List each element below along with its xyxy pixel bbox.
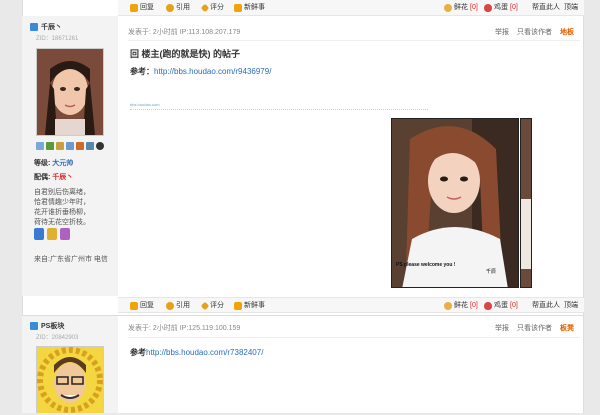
post2-actions: 举报 只看该作者 板凳	[495, 324, 574, 334]
rate-icon	[200, 3, 210, 13]
post1-reference: 参考：http://bbs.houdao.com/r9436979/	[130, 67, 272, 76]
photo-caption: PS please welcome you !	[396, 262, 456, 268]
new-post-button[interactable]: 新鲜事	[234, 301, 265, 311]
post1-photo-2[interactable]	[520, 118, 532, 288]
egg-icon	[484, 302, 492, 310]
egg-button[interactable]: 鸡蛋 [0]	[484, 3, 518, 13]
reply-icon	[130, 4, 138, 12]
flower-button[interactable]: 鲜花 [0]	[444, 3, 478, 13]
post2-zid: ZID：20842903	[36, 335, 79, 341]
report-link[interactable]: 举报	[495, 28, 509, 38]
quote-icon	[166, 302, 174, 310]
post2-ref-link[interactable]: http://bbs.houdao.com/r7382407/	[146, 348, 263, 357]
qq-icon[interactable]	[96, 142, 104, 150]
post1-partner: 配偶: 千辰丶	[34, 174, 74, 181]
watermark: bbs.houdao.com	[130, 102, 160, 107]
new-post-icon	[234, 302, 242, 310]
medal-icon	[47, 228, 57, 240]
album-icon[interactable]	[76, 142, 84, 150]
post1-signature: 自君别后伤离绪， 恰君情趣少年时， 花开谁折垂杨柳， 荷待无花空折枝。	[34, 189, 90, 226]
rate-button[interactable]: 评分	[200, 3, 224, 13]
post1-time-ip: 发表于: 2小时前 IP:113.108.207.179	[128, 29, 241, 36]
floor-label: 板凳	[560, 325, 574, 332]
help-him-link[interactable]: 帮直此人	[532, 301, 560, 311]
post1-location: 来自:广东省广州市 电信	[34, 256, 108, 263]
post1-ref-link[interactable]: http://bbs.houdao.com/r9436979/	[154, 67, 271, 76]
post1-zid: ZID：18671261	[36, 36, 79, 42]
reply-icon	[130, 302, 138, 310]
post2-reference: 参考http://bbs.houdao.com/r7382407/	[130, 348, 264, 357]
floor-label: 地板	[560, 29, 574, 36]
post1-avatar[interactable]	[36, 48, 104, 136]
quote-button[interactable]: 引用	[166, 301, 190, 311]
rate-icon	[200, 301, 210, 311]
post2-divider	[128, 337, 580, 338]
reply-button[interactable]: 回复	[130, 301, 154, 311]
blog-icon[interactable]	[66, 142, 74, 150]
post2-username[interactable]: PS板块	[30, 321, 64, 331]
rate-button[interactable]: 评分	[200, 301, 224, 311]
only-author-link[interactable]: 只看该作者	[517, 324, 552, 334]
watermark-rule	[130, 109, 428, 110]
medal-icon	[34, 228, 44, 240]
only-author-link[interactable]: 只看该作者	[517, 28, 552, 38]
top-link[interactable]: 顶端	[564, 301, 578, 311]
reply-button[interactable]: 回复	[130, 3, 154, 13]
flower-icon	[444, 302, 452, 310]
flower-button[interactable]: 鲜花 [0]	[444, 301, 478, 311]
flower-icon	[444, 4, 452, 12]
egg-icon	[484, 4, 492, 12]
post1-user-panel: 千辰丶 ZID：18671261 等级: 大元帅 配偶: 千辰丶 自君别后伤离绪…	[22, 16, 118, 296]
post1-user-actions	[36, 142, 104, 150]
quote-icon	[166, 4, 174, 12]
post2-avatar[interactable]	[36, 346, 104, 413]
message-icon[interactable]	[36, 142, 44, 150]
quote-button[interactable]: 引用	[166, 3, 190, 13]
post1-username[interactable]: 千辰丶	[30, 22, 62, 32]
add-friend-icon[interactable]	[46, 142, 54, 150]
post1-medals	[34, 228, 70, 240]
user-icon	[30, 322, 38, 330]
medal-icon	[60, 228, 70, 240]
new-post-button[interactable]: 新鲜事	[234, 3, 265, 13]
post-toolbar-top: 回复 引用 评分 新鲜事 鲜花 [0] 鸡蛋 [0] 帮直此人 顶端	[118, 0, 584, 16]
post1-toolbar-bottom: 回复 引用 评分 新鲜事 鲜花 [0] 鸡蛋 [0] 帮直此人 顶端	[118, 297, 584, 313]
group-icon[interactable]	[86, 142, 94, 150]
photo-sign: 千辰	[486, 269, 497, 275]
new-post-icon	[234, 4, 242, 12]
egg-button[interactable]: 鸡蛋 [0]	[484, 301, 518, 311]
report-link[interactable]: 举报	[495, 324, 509, 334]
post2-time-ip: 发表于: 2小时前 IP:125.119.100.159	[128, 325, 241, 332]
user-icon	[30, 23, 38, 31]
post1-actions: 举报 只看该作者 地板	[495, 28, 574, 38]
profile-icon[interactable]	[56, 142, 64, 150]
post1-divider	[128, 40, 580, 41]
post2-user-panel: PS板块 ZID：20842903	[22, 316, 118, 413]
top-link[interactable]: 顶端	[564, 3, 578, 13]
post1-level: 等级: 大元帅	[34, 160, 74, 167]
post1-title: 回 楼主(跑的就是快) 的帖子	[130, 49, 240, 59]
help-him-link[interactable]: 帮直此人	[532, 3, 560, 13]
